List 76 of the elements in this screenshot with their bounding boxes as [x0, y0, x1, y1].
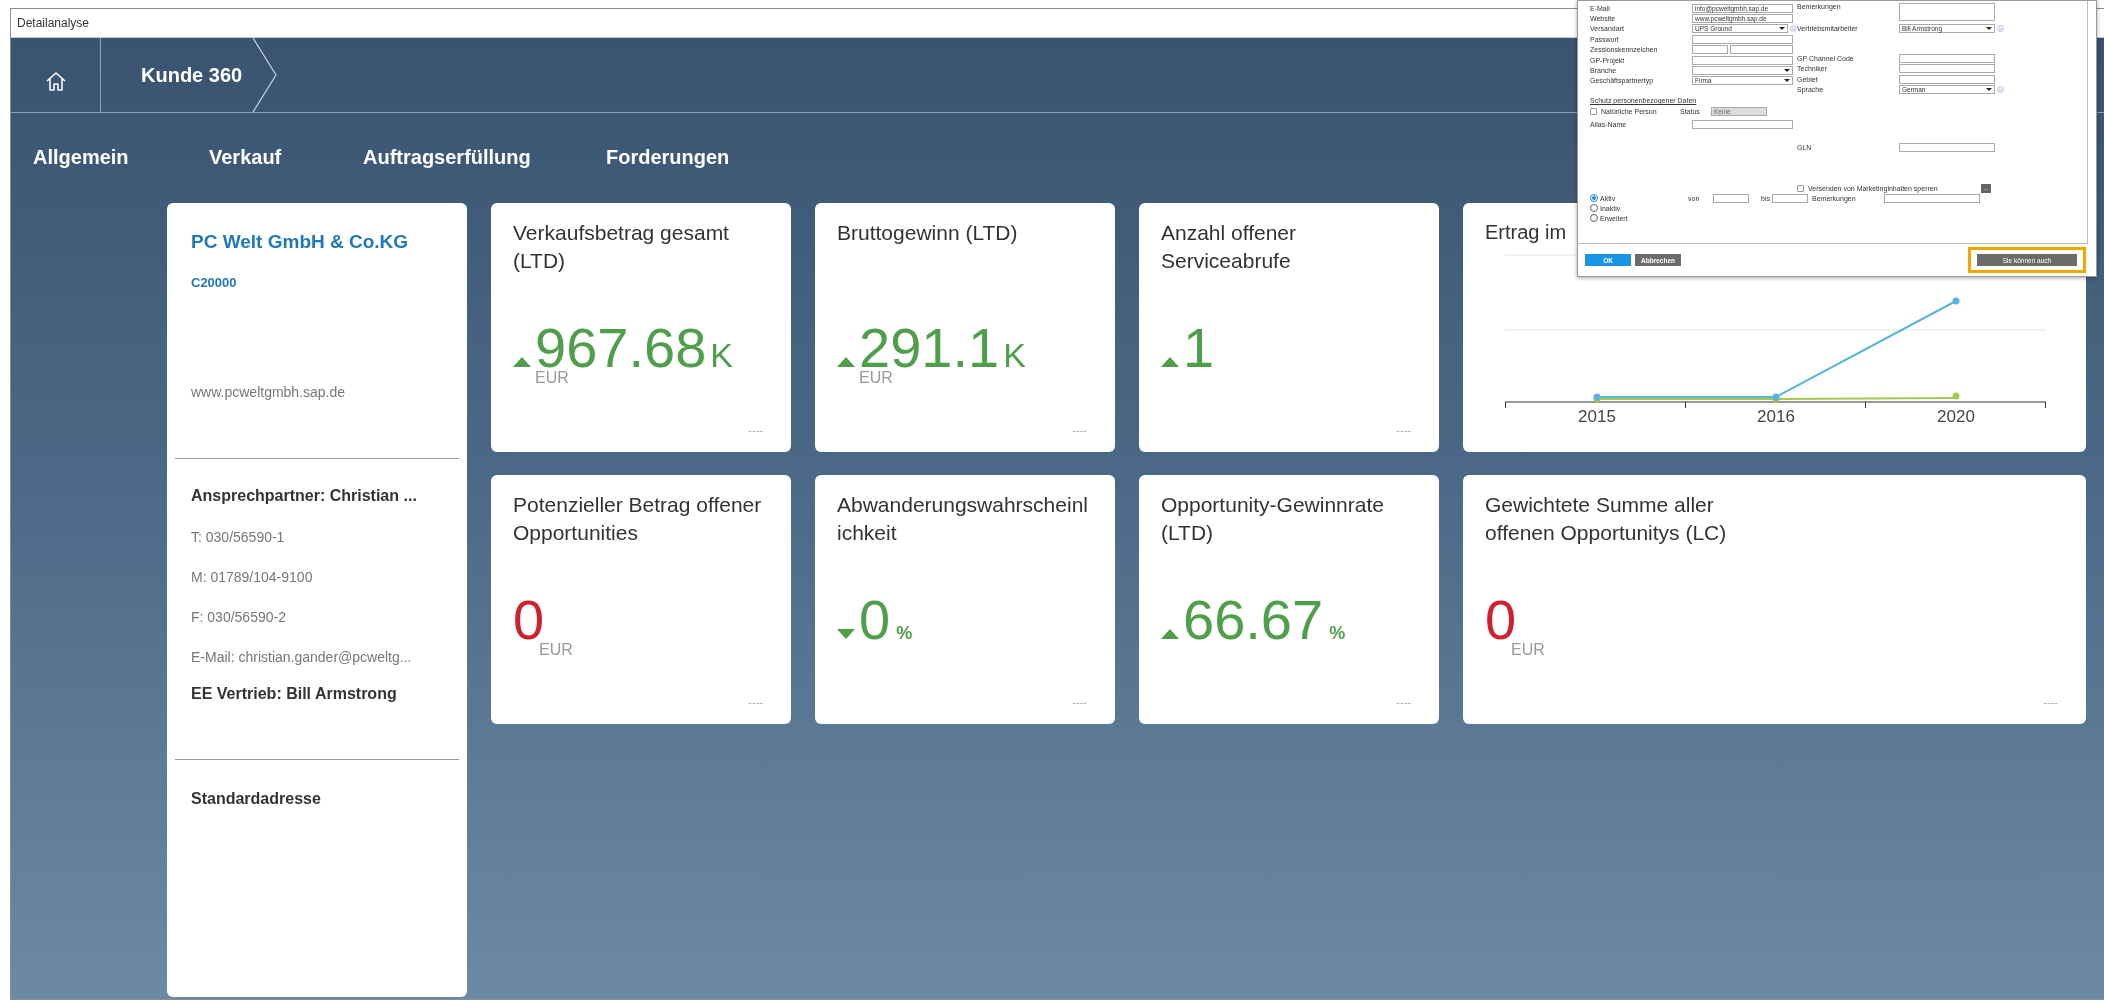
- trend-down-icon: [837, 629, 855, 639]
- input-field[interactable]: [1884, 193, 1980, 203]
- window-title: Detailanalyse: [17, 16, 90, 30]
- kpi-unit: %: [1329, 623, 1346, 644]
- checkbox[interactable]: [1590, 107, 1597, 115]
- caret-icon: [1779, 27, 1786, 31]
- input-field[interactable]: [1772, 193, 1808, 203]
- kpi-title: Potenzieller Betrag offener Opportunities: [513, 492, 763, 546]
- company-name[interactable]: PC Welt GmbH & Co.KG: [191, 231, 443, 253]
- kpi-footer: ----: [1396, 696, 1411, 708]
- kpi-title: Gewichtete Summe aller offenen Opportunitys (LC): [1485, 492, 1728, 546]
- section-tab[interactable]: Forderungen: [606, 139, 730, 175]
- kpi-title: Opportunity-Gewinnrate (LTD): [1161, 492, 1385, 546]
- contact-detail: T: 030/56590-1: [191, 529, 286, 545]
- chart-title: Ertrag im: [1485, 220, 1568, 245]
- axis-label: 2020: [1937, 407, 1975, 426]
- section-tab[interactable]: Verkauf: [209, 139, 363, 175]
- kpi-title: Anzahl offener Serviceabrufe: [1161, 220, 1298, 274]
- input-field[interactable]: [1899, 3, 1995, 21]
- checkbox[interactable]: [1797, 184, 1804, 192]
- kpi-footer: ----: [1396, 424, 1411, 436]
- sales-rep: EE Vertrieb: Bill Armstrong: [191, 685, 398, 703]
- input-field[interactable]: [1899, 74, 1995, 84]
- input-field[interactable]: [1713, 193, 1749, 203]
- radio-button[interactable]: [1590, 194, 1598, 202]
- contact-heading: Ansprechpartner: Christian ...: [191, 487, 418, 505]
- dropdown-field[interactable]: [1692, 66, 1793, 76]
- info-icon[interactable]: [1997, 86, 2004, 94]
- contact-detail: F: 030/56590-2: [191, 609, 287, 625]
- kpi-title: Abwanderungswahrscheinlichkeit: [837, 492, 1089, 546]
- caret-icon: [1986, 88, 1992, 92]
- input-field[interactable]: [1730, 45, 1793, 55]
- kpi-footer: ----: [748, 696, 763, 708]
- data-point: [1952, 392, 1960, 400]
- input-field[interactable]: [1899, 143, 1995, 153]
- input-field[interactable]: [1899, 64, 1995, 74]
- kpi-title: Bruttogewinn (LTD): [837, 220, 1019, 246]
- home-icon: [44, 70, 67, 92]
- trend-up-icon: [1161, 629, 1179, 639]
- kpi-unit: %: [896, 623, 913, 644]
- input-field[interactable]: [1899, 54, 1995, 64]
- currency-label: EUR: [535, 369, 569, 387]
- address-heading: Standardadresse: [191, 790, 322, 808]
- input-field[interactable]: [1692, 45, 1728, 55]
- kpi-footer: ----: [1072, 696, 1087, 708]
- kpi-footer: ----: [2043, 696, 2058, 708]
- section-tab[interactable]: Auftragserfüllung: [363, 139, 606, 175]
- data-point: [1952, 297, 1960, 305]
- trend-up-icon: [1161, 357, 1179, 367]
- caret-icon: [1986, 26, 1992, 30]
- kpi-title: Verkaufsbetrag gesamt (LTD): [513, 220, 730, 274]
- kpi-value: 0: [859, 591, 891, 649]
- kpi-value: 66.67: [1183, 591, 1324, 649]
- input-field[interactable]: [1692, 34, 1793, 44]
- kpi-footer: ----: [748, 424, 763, 436]
- info-icon[interactable]: [1790, 25, 1797, 33]
- radio-button[interactable]: [1590, 214, 1598, 222]
- kpi-unit: K: [710, 336, 733, 375]
- breadcrumb-item[interactable]: Kunde 360: [141, 63, 243, 87]
- axis-label: 2015: [1578, 407, 1616, 426]
- customer-id: C20000: [191, 275, 238, 290]
- radio-button[interactable]: [1590, 204, 1598, 212]
- website-text: www.pcweltgmbh.sap.de: [191, 384, 347, 400]
- kpi-footer: ----: [1072, 424, 1087, 436]
- section-tab[interactable]: Allgemein: [33, 139, 209, 175]
- currency-label: EUR: [859, 369, 893, 387]
- kpi-value: 1: [1183, 319, 1215, 377]
- kpi-unit: K: [1003, 336, 1026, 375]
- contact-detail: E-Mail: christian.gander@pcweltg...: [191, 649, 413, 665]
- axis-label: 2016: [1757, 407, 1795, 426]
- trend-up-icon: [513, 357, 531, 367]
- input-field[interactable]: [1692, 120, 1793, 130]
- input-field[interactable]: [1692, 55, 1793, 65]
- info-icon[interactable]: [1997, 24, 2004, 32]
- contact-detail: M: 01789/104-9100: [191, 569, 314, 585]
- trend-up-icon: [837, 357, 855, 367]
